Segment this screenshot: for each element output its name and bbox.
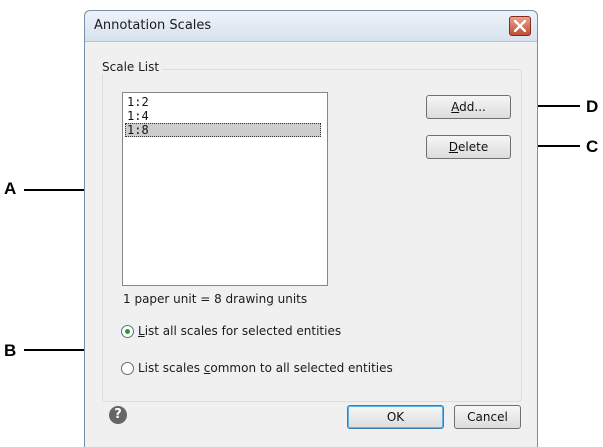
close-icon bbox=[514, 20, 526, 32]
help-icon[interactable]: ? bbox=[109, 406, 127, 424]
radio-button-checked[interactable] bbox=[121, 325, 134, 338]
ok-button[interactable]: OK bbox=[347, 405, 444, 429]
scale-info-text: 1 paper unit = 8 drawing units bbox=[123, 292, 308, 306]
list-item[interactable]: 1:4 bbox=[125, 109, 321, 123]
annotation-scales-dialog: Annotation Scales Scale List 1:2 1:4 1:8… bbox=[84, 10, 538, 447]
callout-label-d: D bbox=[586, 97, 599, 116]
scale-listbox[interactable]: 1:2 1:4 1:8 bbox=[122, 92, 328, 286]
close-button[interactable] bbox=[509, 16, 531, 36]
radio-button-unchecked[interactable] bbox=[121, 362, 134, 375]
callout-label-c: C bbox=[586, 137, 599, 156]
callout-label-b: B bbox=[4, 341, 17, 360]
scale-list-group-title: Scale List bbox=[99, 60, 163, 74]
dialog-title: Annotation Scales bbox=[94, 18, 212, 33]
delete-button[interactable]: Delete bbox=[426, 135, 511, 159]
list-item[interactable]: 1:2 bbox=[125, 95, 321, 109]
cancel-button[interactable]: Cancel bbox=[454, 405, 521, 429]
title-bar[interactable]: Annotation Scales bbox=[85, 11, 537, 42]
list-item-selected[interactable]: 1:8 bbox=[125, 123, 321, 137]
callout-label-a: A bbox=[4, 179, 17, 198]
add-button[interactable]: Add... bbox=[426, 95, 511, 119]
